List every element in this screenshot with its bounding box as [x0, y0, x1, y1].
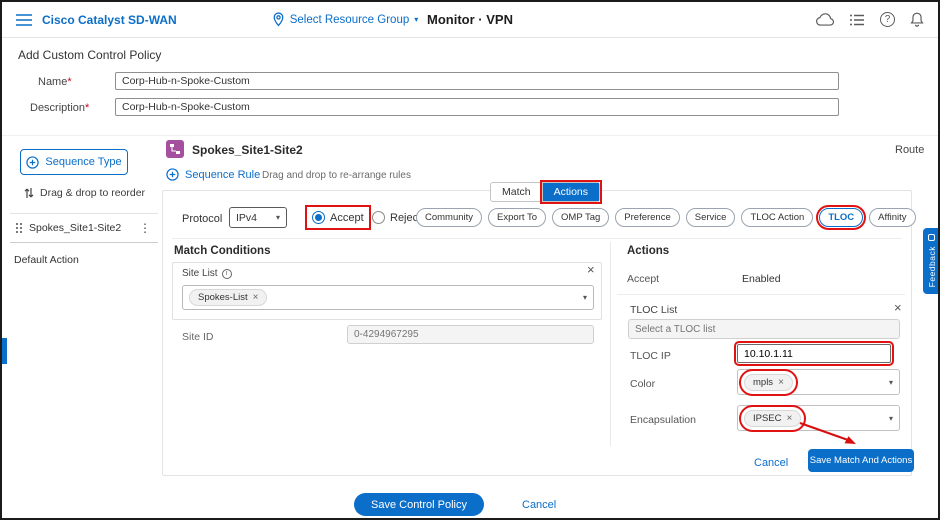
protocol-label: Protocol — [182, 213, 222, 225]
site-id-input — [347, 325, 594, 344]
footer-cancel-link[interactable]: Cancel — [522, 499, 556, 511]
section-divider — [2, 135, 940, 136]
match-actions-tabs: Match Actions — [490, 182, 600, 202]
encapsulation-tag: IPSEC × — [744, 410, 801, 427]
sequence-title: Spokes_Site1-Site2 — [192, 143, 303, 157]
site-list-tag: Spokes-List × — [189, 289, 267, 306]
chevron-down-icon: ▾ — [583, 293, 587, 302]
help-icon[interactable]: ? — [880, 12, 895, 27]
match-conditions-title: Match Conditions — [174, 245, 270, 257]
reject-radio[interactable] — [372, 211, 385, 224]
chevron-down-icon: ▾ — [889, 378, 893, 387]
cloud-icon[interactable] — [816, 13, 835, 26]
color-label: Color — [630, 378, 655, 390]
action-chip-preference[interactable]: Preference — [615, 208, 679, 227]
protocol-value: IPv4 — [236, 212, 257, 224]
feedback-tab[interactable]: Feedback — [923, 228, 940, 294]
app-window: Cisco Catalyst SD-WAN Select Resource Gr… — [0, 0, 940, 520]
remove-tag-icon[interactable]: × — [778, 377, 784, 388]
radio-dot — [315, 214, 322, 221]
task-list-icon[interactable] — [850, 14, 865, 26]
encapsulation-dropdown[interactable]: IPSEC × ▾ — [737, 405, 900, 431]
action-chip-export-to[interactable]: Export To — [488, 208, 546, 227]
match-actions-cancel-link[interactable]: Cancel — [754, 457, 788, 469]
actions-title: Actions — [627, 245, 669, 257]
notifications-bell-icon[interactable] — [910, 12, 924, 27]
action-chip-row: Community Export To OMP Tag Preference S… — [416, 208, 916, 227]
accept-action-value: Enabled — [742, 273, 781, 285]
route-label[interactable]: Route — [895, 144, 924, 156]
reorder-hint: Drag & drop to reorder — [24, 187, 145, 199]
save-match-actions-button[interactable]: Save Match And Actions — [808, 449, 914, 472]
name-input[interactable] — [115, 72, 839, 90]
sidebar-item-sequence[interactable]: Spokes_Site1-Site2 ⋮ — [10, 213, 158, 243]
protocol-select[interactable]: IPv4 ▾ — [229, 207, 287, 228]
description-label: Description* — [30, 102, 89, 114]
sequence-type-button[interactable]: Sequence Type — [20, 149, 128, 175]
topbar-actions: ? — [816, 12, 924, 27]
sequence-rule-button[interactable]: Sequence Rule — [166, 168, 260, 181]
action-chip-omp-tag[interactable]: OMP Tag — [552, 208, 609, 227]
accept-radio[interactable] — [312, 211, 325, 224]
info-icon: i — [222, 269, 232, 279]
site-list-label: Site List i — [182, 268, 232, 279]
color-tag: mpls × — [744, 374, 793, 391]
action-chip-community[interactable]: Community — [416, 208, 482, 227]
required-marker: * — [67, 76, 71, 88]
remove-tag-icon[interactable]: × — [787, 413, 793, 424]
sidebar-item-label: Spokes_Site1-Site2 — [29, 222, 121, 234]
action-chip-tloc[interactable]: TLOC — [819, 208, 863, 227]
accept-radio-label: Accept — [330, 212, 364, 224]
brand-logo[interactable]: Cisco Catalyst SD-WAN — [42, 13, 177, 27]
chevron-down-icon: ▾ — [889, 414, 893, 423]
column-divider — [610, 242, 611, 446]
rule-divider — [172, 238, 902, 239]
required-marker: * — [85, 102, 89, 114]
tab-actions[interactable]: Actions — [543, 183, 599, 201]
location-pin-icon — [272, 12, 285, 27]
feedback-icon — [928, 234, 935, 241]
left-edge-accent — [2, 338, 7, 364]
tloc-ip-input[interactable] — [737, 344, 891, 363]
tloc-ip-label: TLOC IP — [630, 350, 671, 362]
tloc-block-divider — [617, 294, 905, 295]
accept-action-label: Accept — [627, 273, 659, 285]
action-chip-affinity[interactable]: Affinity — [869, 208, 915, 227]
description-input[interactable] — [115, 98, 839, 116]
save-control-policy-button[interactable]: Save Control Policy — [354, 493, 484, 516]
tloc-list-label: TLOC List — [630, 304, 677, 316]
feedback-label: Feedback — [927, 246, 937, 287]
sequence-type-label: Sequence Type — [45, 156, 121, 168]
up-down-arrows-icon — [24, 187, 34, 199]
circle-plus-icon — [166, 168, 179, 181]
remove-site-list-icon[interactable]: × — [587, 263, 595, 276]
accept-radio-group: Accept — [308, 208, 368, 227]
remove-tloc-block-icon[interactable]: × — [894, 301, 902, 314]
page-breadcrumb: Monitor · VPN — [427, 12, 513, 27]
encapsulation-label: Encapsulation — [630, 414, 696, 426]
circle-plus-icon — [26, 156, 39, 169]
chevron-down-icon: ▾ — [414, 15, 418, 24]
action-chip-tloc-action[interactable]: TLOC Action — [741, 208, 813, 227]
hamburger-menu-icon[interactable] — [16, 14, 32, 26]
drag-rules-hint: Drag and drop to re-arrange rules — [262, 170, 411, 181]
site-list-dropdown[interactable]: Spokes-List × ▾ — [182, 285, 594, 310]
name-label: Name* — [38, 76, 72, 88]
sequence-type-icon — [166, 140, 184, 158]
top-bar: Cisco Catalyst SD-WAN Select Resource Gr… — [2, 2, 938, 38]
color-dropdown[interactable]: mpls × ▾ — [737, 369, 900, 395]
remove-tag-icon[interactable]: × — [253, 292, 259, 303]
kebab-menu-icon[interactable]: ⋮ — [139, 221, 151, 235]
action-chip-service[interactable]: Service — [686, 208, 736, 227]
default-action-label[interactable]: Default Action — [14, 254, 79, 266]
drag-handle-icon[interactable] — [15, 222, 23, 234]
chevron-down-icon: ▾ — [276, 213, 280, 222]
resource-group-label: Select Resource Group — [290, 14, 410, 26]
site-id-label: Site ID — [182, 331, 214, 343]
page-title: Add Custom Control Policy — [18, 48, 161, 62]
tloc-list-input — [628, 319, 900, 339]
resource-group-selector[interactable]: Select Resource Group ▾ — [272, 12, 419, 27]
tab-match[interactable]: Match — [491, 183, 543, 201]
